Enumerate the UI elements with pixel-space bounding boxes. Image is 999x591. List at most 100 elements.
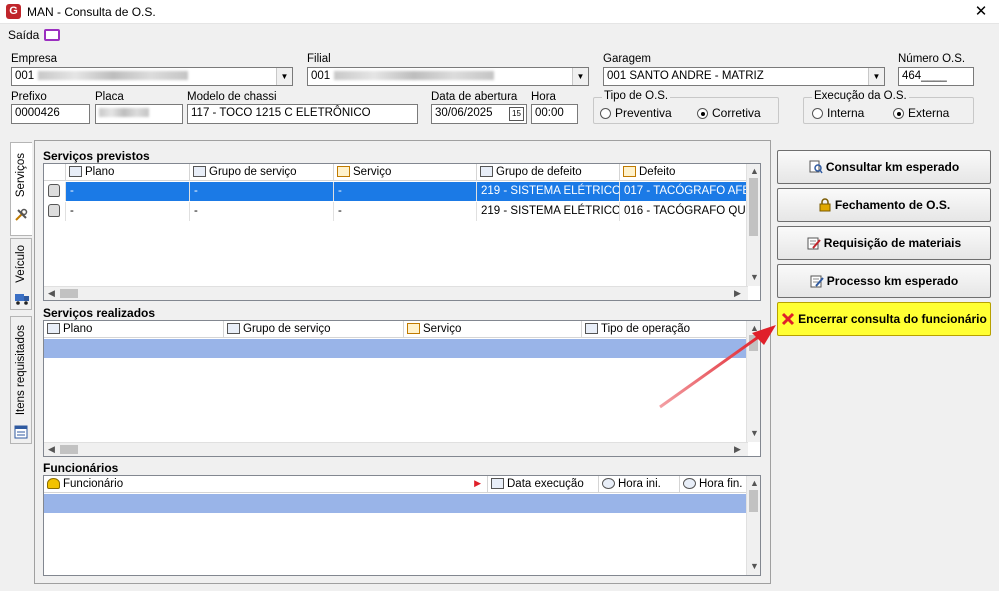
fechamento-os-label: Fechamento de O.S. (834, 198, 951, 212)
column-header-funcionario[interactable]: Funcionário ▶ (44, 476, 488, 493)
execucao-interna[interactable]: Interna (812, 106, 864, 120)
scroll-thumb[interactable] (749, 490, 758, 512)
scroll-down-icon[interactable]: ▼ (750, 428, 759, 438)
cell-grupo-servico: - (190, 202, 334, 221)
scroll-right-icon[interactable]: ▶ (734, 288, 741, 299)
header-label: Grupo de serviço (243, 323, 331, 335)
execucao-externa[interactable]: Externa (893, 106, 949, 120)
table-row[interactable]: - - - 219 - SISTEMA ELÉTRICO 016 - TACÓG… (44, 202, 748, 221)
radio-icon[interactable] (812, 108, 823, 119)
corretiva-label: Corretiva (712, 106, 761, 120)
cell-servico: - (334, 202, 477, 221)
scroll-right-icon[interactable]: ▶ (734, 444, 741, 455)
tools-icon (407, 323, 420, 334)
empresa-select[interactable]: 001 ▼ (11, 67, 293, 86)
fechamento-os-button[interactable]: Fechamento de O.S. (777, 188, 991, 222)
lock-icon (48, 184, 60, 197)
column-header-defeito[interactable]: Defeito (620, 164, 748, 181)
column-header-servico[interactable]: Serviço (334, 164, 477, 181)
group-icon (227, 323, 240, 334)
close-icon[interactable]: ✕ (966, 1, 996, 23)
requisicao-materiais-label: Requisição de materiais (823, 236, 962, 250)
tab-servicos-label: Serviços (15, 153, 27, 198)
prefixo-input[interactable]: 0000426 (11, 104, 90, 124)
tipo-os-preventiva[interactable]: Preventiva (600, 106, 672, 120)
consultar-km-button[interactable]: Consultar km esperado (777, 150, 991, 184)
data-abertura-input[interactable]: 30/06/2025 15 (431, 104, 527, 124)
plan-icon (47, 323, 60, 334)
funcionarios-grid[interactable]: Funcionário ▶ Data execução Hora ini. Ho… (43, 475, 761, 576)
horizontal-scrollbar[interactable]: ◀ ▶ (44, 442, 748, 456)
modelo-chassi-input[interactable]: 117 - TOCO 1215 C ELETRÔNICO (187, 104, 418, 124)
column-header-hora-ini[interactable]: Hora ini. (599, 476, 680, 493)
cell-servico: - (334, 182, 477, 201)
placa-input[interactable] (95, 104, 183, 124)
scroll-left-icon[interactable]: ◀ (48, 444, 55, 455)
column-header-hora-fin[interactable]: Hora fin. (680, 476, 748, 493)
scroll-thumb[interactable] (60, 445, 78, 454)
group-icon (480, 166, 493, 177)
header-label: Serviço (353, 166, 392, 178)
radio-checked-icon[interactable] (697, 108, 708, 119)
filial-label: Filial (307, 53, 331, 65)
tab-itens-requisitados[interactable]: Itens requisitados (10, 316, 32, 444)
document-edit-icon (810, 275, 824, 288)
placa-label: Placa (95, 91, 124, 103)
scroll-thumb[interactable] (60, 289, 78, 298)
clock-icon (602, 478, 615, 489)
side-tabs: Serviços Veículo Itens requisitados (10, 142, 32, 582)
app-logo-icon: G (6, 4, 21, 19)
column-header-grupo-servico[interactable]: Grupo de serviço (190, 164, 334, 181)
tab-servicos[interactable]: Serviços (10, 142, 32, 236)
filial-select[interactable]: 001 ▼ (307, 67, 589, 86)
chevron-down-icon[interactable]: ▼ (868, 68, 884, 85)
column-header-grupo-defeito[interactable]: Grupo de defeito (477, 164, 620, 181)
servicos-previstos-grid[interactable]: Plano Grupo de serviço Serviço Grupo de … (43, 163, 761, 301)
garagem-value: 001 SANTO ANDRE - MATRIZ (607, 70, 764, 82)
data-abertura-value: 30/06/2025 (435, 107, 493, 119)
column-header-data-execucao[interactable]: Data execução (488, 476, 599, 493)
column-header-grupo-servico[interactable]: Grupo de serviço (224, 321, 404, 338)
row-header (44, 164, 66, 181)
radio-icon[interactable] (600, 108, 611, 119)
actions-panel: Consultar km esperado Fechamento de O.S.… (772, 140, 996, 584)
processo-km-button[interactable]: Processo km esperado (777, 264, 991, 298)
scroll-down-icon[interactable]: ▼ (750, 561, 759, 571)
column-header-plano[interactable]: Plano (44, 321, 224, 338)
garagem-select[interactable]: 001 SANTO ANDRE - MATRIZ ▼ (603, 67, 885, 86)
calendar-icon (491, 478, 504, 489)
tipo-os-corretiva[interactable]: Corretiva (697, 106, 761, 120)
numero-os-input[interactable]: 464____ (898, 67, 974, 86)
chevron-down-icon[interactable]: ▼ (572, 68, 588, 85)
cell-grupo-servico: - (190, 182, 334, 201)
hora-input[interactable]: 00:00 (531, 104, 578, 124)
radio-checked-icon[interactable] (893, 108, 904, 119)
tab-veiculo[interactable]: Veículo (10, 238, 32, 310)
monitor-icon[interactable] (44, 29, 60, 41)
sort-arrow-icon[interactable]: ▶ (474, 478, 481, 489)
column-header-servico[interactable]: Serviço (404, 321, 582, 338)
vertical-scrollbar[interactable]: ▲ ▼ (746, 164, 760, 286)
lock-icon (819, 198, 831, 212)
chevron-down-icon[interactable]: ▼ (276, 68, 292, 85)
header-label: Grupo de defeito (496, 166, 582, 178)
table-row[interactable]: - - - 219 - SISTEMA ELÉTRICO 017 - TACÓG… (44, 182, 748, 201)
scroll-down-icon[interactable]: ▼ (750, 272, 759, 282)
vertical-scrollbar[interactable]: ▲ ▼ (746, 476, 760, 575)
encerrar-consulta-button[interactable]: Encerrar consulta do funcionário (777, 302, 991, 336)
calendar-icon[interactable]: 15 (509, 107, 524, 121)
column-header-plano[interactable]: Plano (66, 164, 190, 181)
row-lock-cell (44, 182, 66, 201)
menu-saida[interactable]: Saída (8, 28, 39, 42)
modelo-chassi-label: Modelo de chassi (187, 91, 277, 103)
scroll-thumb[interactable] (749, 178, 758, 236)
header-label: Grupo de serviço (209, 166, 297, 178)
prefixo-label: Prefixo (11, 91, 47, 103)
tools-icon (14, 208, 28, 222)
table-row[interactable] (44, 494, 748, 513)
scroll-up-icon[interactable]: ▲ (750, 478, 759, 488)
horizontal-scrollbar[interactable]: ◀ ▶ (44, 286, 748, 300)
scroll-left-icon[interactable]: ◀ (48, 288, 55, 299)
scroll-up-icon[interactable]: ▲ (750, 166, 759, 176)
requisicao-materiais-button[interactable]: Requisição de materiais (777, 226, 991, 260)
